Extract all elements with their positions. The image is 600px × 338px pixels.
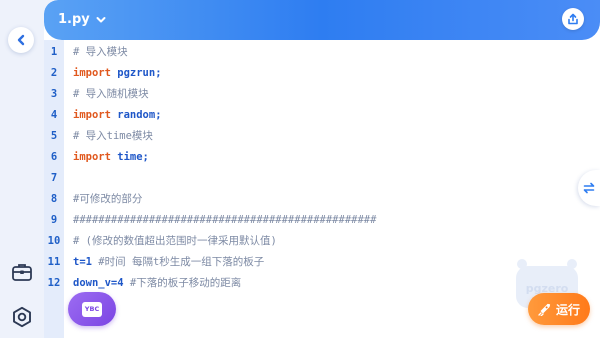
code-line: 5 # 导入time模块	[44, 125, 153, 146]
line-number: 1	[50, 45, 58, 58]
code-comment: # 导入模块	[73, 46, 128, 58]
code-comment: # (修改的数值超出范围时一律采用默认值)	[73, 235, 277, 247]
toolbox-icon	[12, 264, 32, 281]
file-tab[interactable]: 1.py	[58, 12, 106, 27]
code-editor: 1.py 1 # 导入模块 2 import pgzrun; 3 # 导入随机模…	[44, 0, 600, 338]
code-assignment: t=1	[73, 256, 92, 268]
swap-arrows-icon	[583, 182, 595, 194]
code-identifier: pgzrun;	[117, 66, 162, 79]
toolbox-button[interactable]	[10, 260, 34, 284]
line-number: 9	[50, 213, 58, 226]
code-line: 9 ######################################…	[44, 209, 377, 230]
settings-button[interactable]	[9, 304, 35, 330]
line-number: 3	[50, 87, 58, 100]
chevron-down-icon	[96, 16, 106, 22]
code-identifier: time;	[117, 150, 149, 163]
code-comment: #下落的板子移动的距离	[129, 277, 242, 289]
code-line: 1 # 导入模块	[44, 41, 128, 62]
back-button[interactable]	[8, 27, 34, 53]
code-line: 11 t=1 #时间 每隔t秒生成一组下落的板子	[44, 251, 265, 272]
rocket-icon	[538, 303, 551, 316]
code-area[interactable]: 1 # 导入模块 2 import pgzrun; 3 # 导入随机模块 4 i…	[44, 40, 600, 338]
line-number: 8	[50, 192, 58, 205]
code-comment: # 导入time模块	[73, 130, 153, 142]
code-comment: #可修改的部分	[73, 193, 143, 205]
line-number: 2	[50, 66, 58, 79]
code-line: 4 import random;	[44, 104, 162, 125]
line-number: 7	[50, 171, 58, 184]
left-sidebar	[0, 0, 44, 338]
line-number: 4	[50, 108, 58, 121]
run-button[interactable]: 运行	[528, 293, 590, 325]
hexagon-settings-icon	[13, 306, 31, 328]
code-keyword: import	[73, 66, 111, 79]
line-number: 11	[47, 255, 61, 268]
share-upload-icon	[568, 13, 578, 25]
file-name: 1.py	[58, 12, 90, 27]
share-button[interactable]	[562, 8, 584, 30]
code-assignment: down_v=4	[73, 277, 124, 289]
code-comment: #时间 每隔t秒生成一组下落的板子	[98, 256, 265, 268]
code-line: 3 # 导入随机模块	[44, 83, 149, 104]
code-line: 8 #可修改的部分	[44, 188, 143, 209]
line-number: 12	[47, 276, 61, 289]
code-line: 10 # (修改的数值超出范围时一律采用默认值)	[44, 230, 277, 251]
run-label: 运行	[555, 302, 580, 317]
line-number: 6	[50, 150, 58, 163]
code-identifier: random;	[117, 108, 162, 121]
code-line: 6 import time;	[44, 146, 149, 167]
chevron-left-icon	[17, 34, 25, 46]
line-number: 5	[50, 129, 58, 142]
line-number: 10	[47, 234, 61, 247]
code-comment: ########################################…	[73, 213, 377, 226]
code-comment: # 导入随机模块	[73, 88, 149, 100]
code-line: 7	[44, 167, 73, 188]
editor-top-bar: 1.py	[44, 0, 600, 40]
ybc-label: YBC	[84, 305, 100, 313]
code-line: 2 import pgzrun;	[44, 62, 162, 83]
code-keyword: import	[73, 150, 111, 163]
ybc-button[interactable]: YBC	[68, 292, 116, 326]
code-line: 12 down_v=4 #下落的板子移动的距离	[44, 272, 242, 293]
ybc-icon: YBC	[82, 301, 102, 317]
code-keyword: import	[73, 108, 111, 121]
